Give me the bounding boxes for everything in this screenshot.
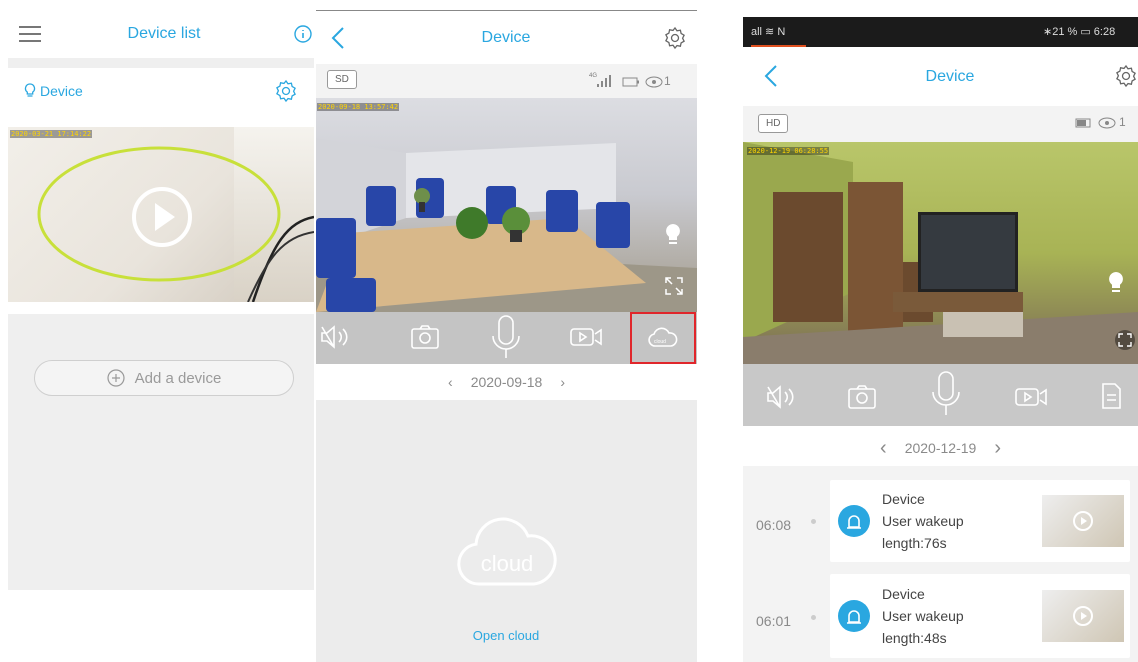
fullscreen-icon[interactable] [1115,330,1135,350]
large-cloud-icon [455,510,557,590]
live-video[interactable]: 2020-09-18 13:57:42 [316,98,697,312]
mute-icon[interactable] [319,324,353,350]
record-video-icon[interactable] [1014,386,1048,408]
sd-card-icon[interactable] [1100,382,1122,410]
live-video[interactable]: 2020-12-19 06:28:55 [743,142,1138,364]
event-length: length:48s [882,630,947,646]
phone-status-right: ∗21 % ▭ 6:28 [1043,26,1116,38]
list-item[interactable]: Device User wakeup length:48s [830,574,1130,658]
event-time: 06:01 [756,613,792,629]
light-icon[interactable] [664,222,682,248]
next-date-arrow-icon[interactable]: › [994,437,1001,460]
back-arrow-icon[interactable] [763,64,779,88]
page-title: Device [481,29,531,46]
mute-icon[interactable] [765,384,799,410]
loading-indicator [751,45,806,47]
page-title: Device [925,68,975,85]
camera-snapshot-icon[interactable] [847,384,877,410]
timeline-dot [811,519,816,524]
battery-icon [622,77,640,87]
list-item[interactable]: Device User wakeup length:76s [830,480,1130,562]
light-icon[interactable] [1107,270,1125,296]
current-date[interactable]: 2020-12-19 [905,440,977,456]
microphone-icon[interactable] [490,314,522,360]
eye-icon [1098,117,1116,129]
play-icon[interactable] [131,186,193,248]
current-date[interactable]: 2020-09-18 [471,374,543,390]
viewer-count: 1 [1119,115,1126,129]
phone-status-left: all ≋ N [751,26,786,38]
event-device: Device [882,491,925,507]
event-type: User wakeup [882,513,964,529]
menu-icon[interactable] [18,24,42,44]
settings-icon[interactable] [663,26,687,50]
alarm-icon [838,505,870,537]
video-timestamp: 2020-09-18 13:57:42 [317,103,400,111]
settings-icon[interactable] [1114,64,1138,88]
cloud-button-text: cloud [654,339,666,345]
prev-date-arrow-icon[interactable]: ‹ [448,374,453,390]
eye-icon [645,76,663,88]
quality-toggle[interactable]: SD [327,70,357,89]
prev-date-arrow-icon[interactable]: ‹ [880,437,887,460]
event-time: 06:08 [756,517,792,533]
add-device-label: Add a device [134,369,222,387]
device-settings-icon[interactable] [274,79,298,103]
quality-toggle[interactable]: HD [758,114,789,133]
event-thumbnail[interactable] [1042,590,1124,642]
battery-icon [1075,118,1093,128]
next-date-arrow-icon[interactable]: › [560,374,565,390]
event-thumbnail[interactable] [1042,495,1124,547]
alarm-icon [838,600,870,632]
add-device-button[interactable]: Add a device [34,360,294,396]
bulb-icon [24,83,36,98]
timeline-dot [811,615,816,620]
viewer-count: 1 [664,74,671,88]
event-type: User wakeup [882,608,964,624]
date-selector: ‹ 2020-12-19 › [743,430,1138,466]
phone-status-bar: all ≋ N ∗21 % ▭ 6:28 [743,17,1138,47]
back-arrow-icon[interactable] [330,26,346,50]
device-list-screen: Device list Device 2020-03-21 17:14:22 A… [0,0,314,662]
video-timestamp: 2020-12-19 06:28:55 [747,147,830,155]
date-selector: ‹ 2020-09-18 › [316,364,697,400]
event-length: length:76s [882,535,947,551]
page-title: Device list [127,25,201,42]
signal-icon [596,74,612,88]
add-circle-icon [107,369,125,387]
cloud-icon[interactable] [647,326,679,350]
camera-snapshot-icon[interactable] [410,324,440,350]
microphone-icon[interactable] [930,370,962,420]
device-name[interactable]: Device [40,83,83,99]
video-timestamp: 2020-03-21 17:14:22 [10,130,93,138]
fullscreen-icon[interactable] [664,276,684,296]
record-video-icon[interactable] [569,326,603,348]
open-cloud-link[interactable]: Open cloud [456,628,556,643]
info-icon[interactable] [294,25,312,43]
cloud-text: cloud [480,551,534,576]
event-device: Device [882,586,925,602]
